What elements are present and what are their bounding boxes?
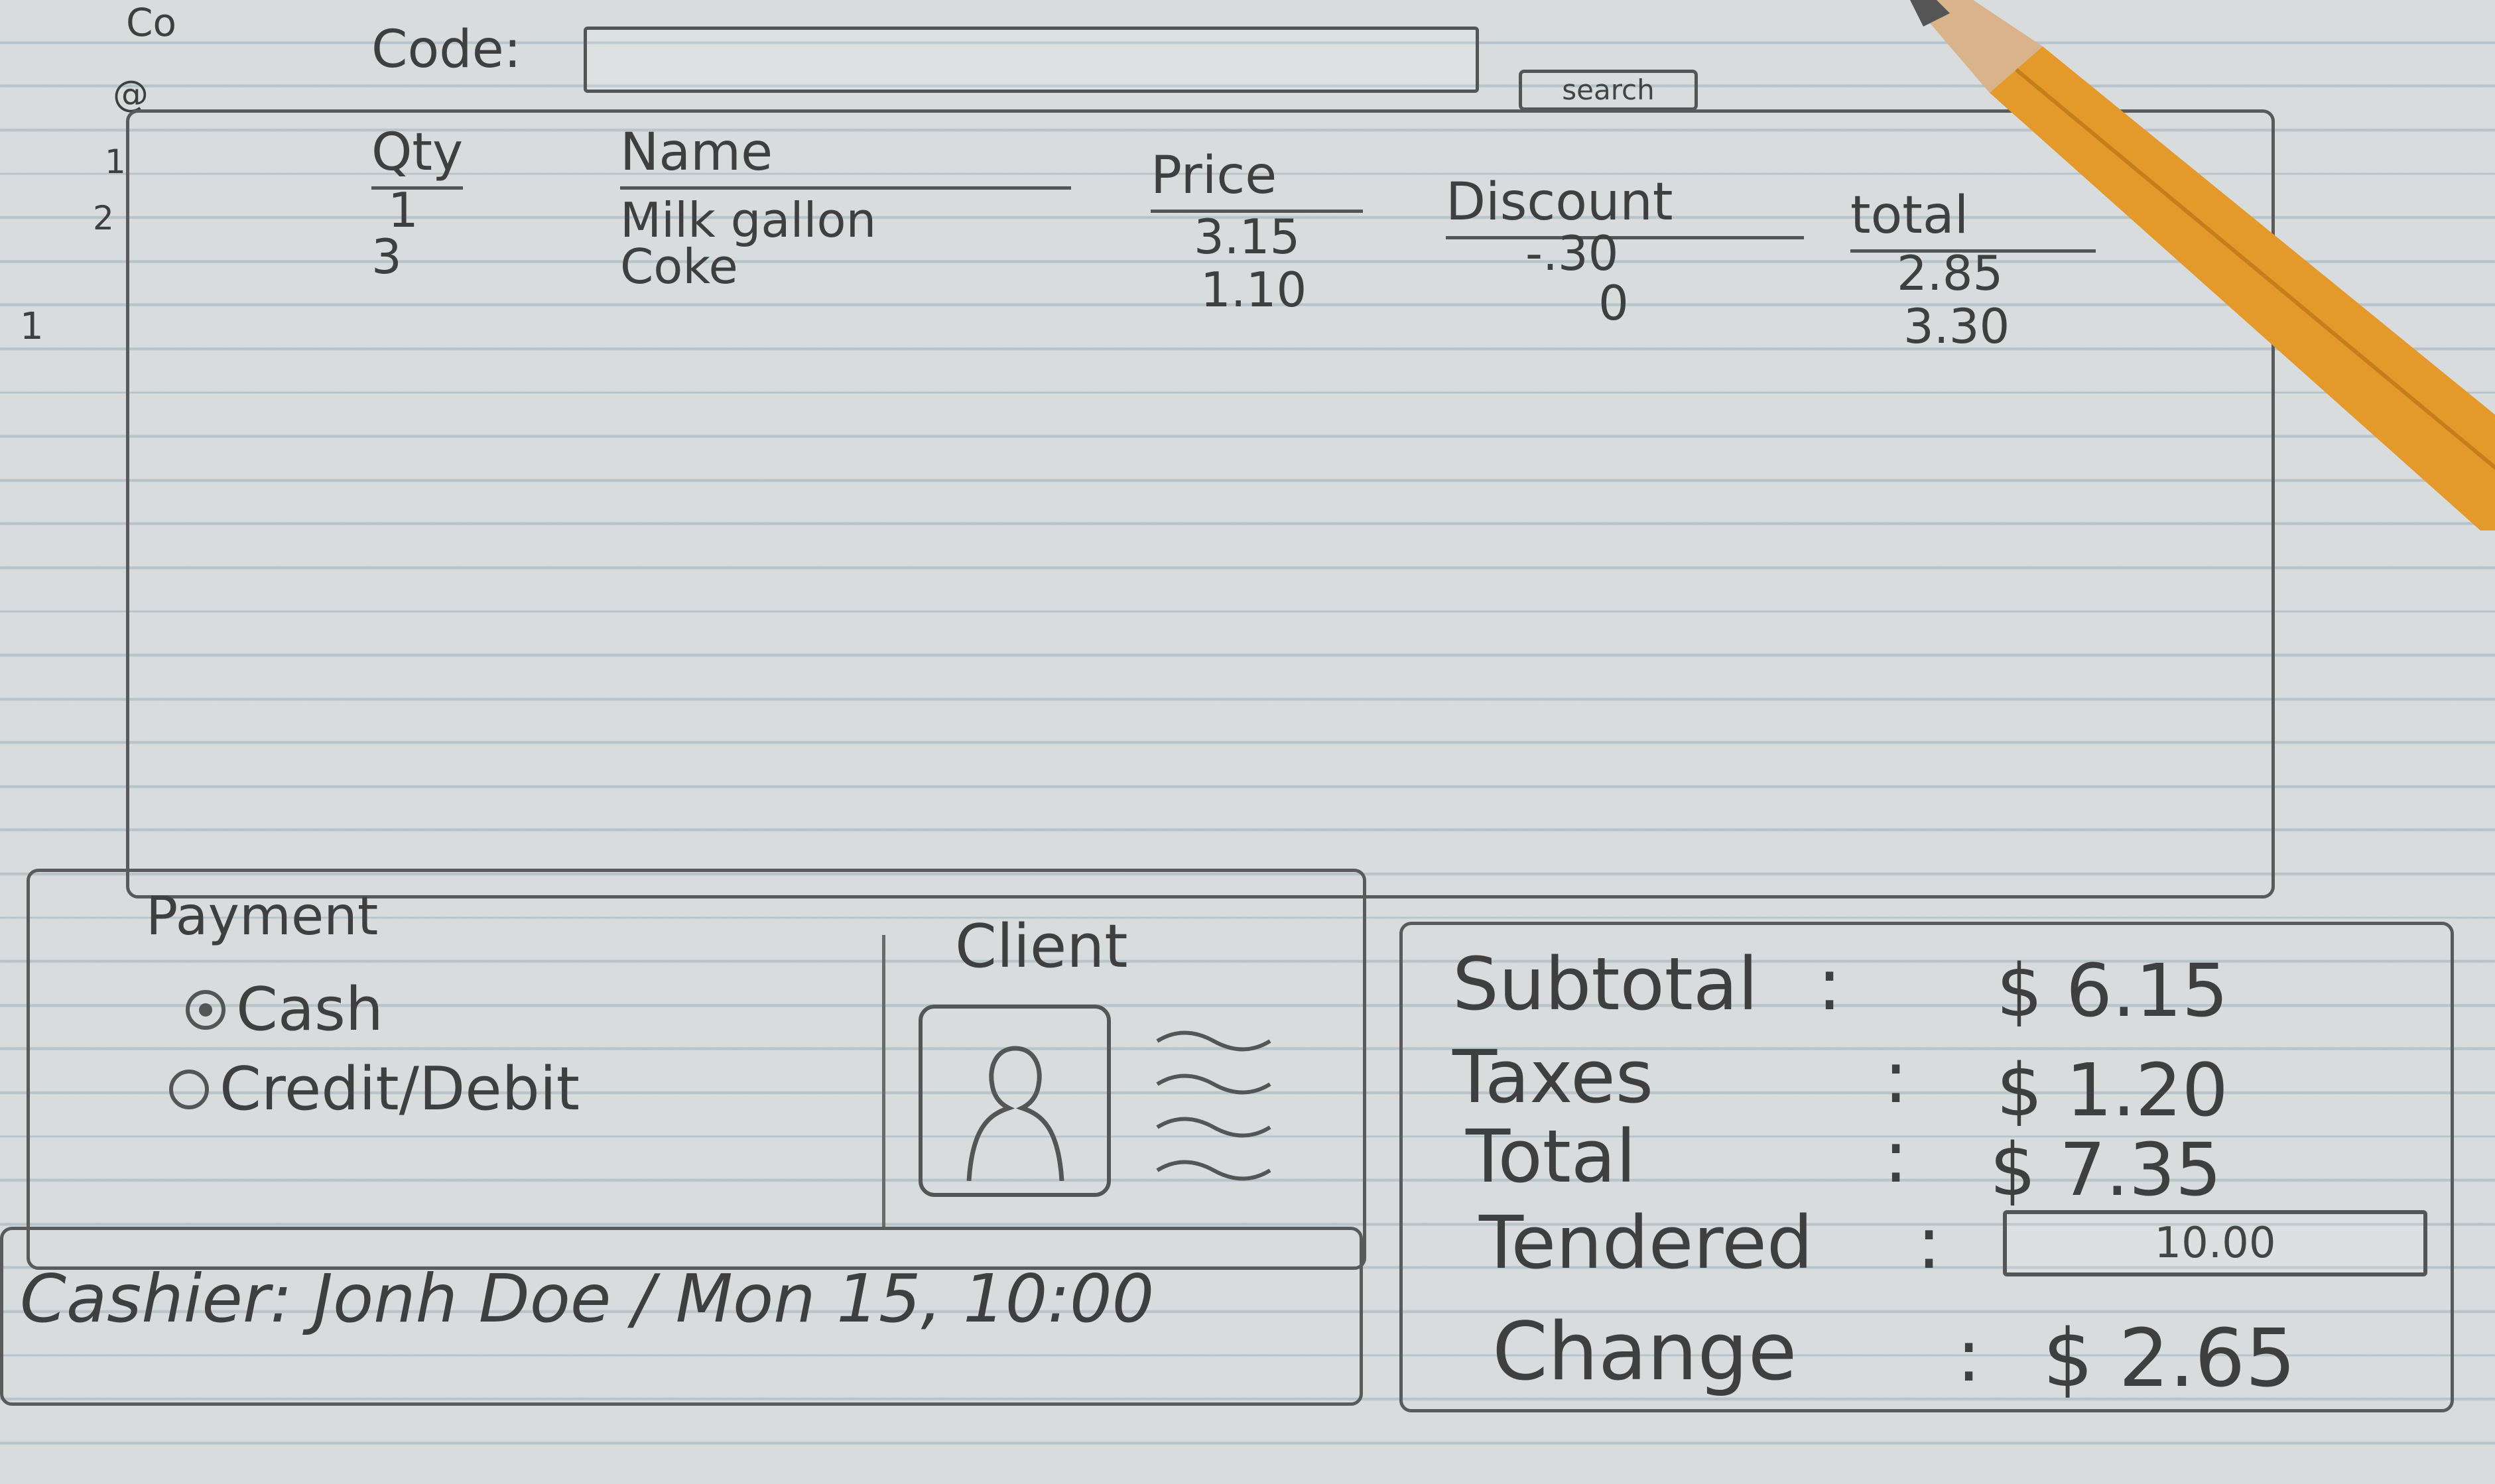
row-qty: 3 — [371, 229, 402, 284]
payment-title: Payment — [146, 885, 379, 947]
cashier-status: Cashier: Jonh Doe / Mon 15, 10:00 — [20, 1260, 1155, 1337]
client-avatar[interactable] — [919, 1005, 1111, 1197]
payment-option-credit-debit[interactable]: Credit/Debit — [169, 1054, 580, 1124]
divider — [882, 935, 885, 1227]
separator: : — [1817, 942, 1842, 1026]
subtotal-value: $ 6.15 — [1996, 948, 2228, 1033]
tendered-input[interactable] — [2003, 1210, 2427, 1276]
person-icon — [966, 1046, 1064, 1181]
margin-mark: 1 — [20, 305, 44, 348]
code-input[interactable] — [584, 27, 1479, 93]
total-label: Total — [1466, 1114, 1636, 1199]
radio-unselected-icon[interactable] — [169, 1069, 209, 1109]
payment-option-label: Credit/Debit — [220, 1054, 580, 1124]
code-label: Code: — [371, 20, 521, 80]
row-price: 1.10 — [1200, 262, 1307, 318]
column-header-discount: Discount — [1446, 172, 1804, 239]
separator: : — [1917, 1200, 1942, 1285]
change-value: $ 2.65 — [2043, 1313, 2296, 1405]
total-value: $ 7.35 — [1990, 1127, 2222, 1212]
search-button[interactable]: search — [1519, 70, 1698, 111]
separator: : — [1884, 1034, 1909, 1119]
margin-mark: @ — [113, 73, 149, 115]
pencil-icon — [1910, 0, 2495, 530]
margin-mark: Co — [126, 0, 176, 45]
separator: : — [1956, 1313, 1982, 1398]
radio-selected-icon[interactable] — [186, 989, 225, 1030]
tendered-label: Tendered — [1479, 1200, 1813, 1285]
change-label: Change — [1492, 1306, 1797, 1398]
client-label: Client — [955, 912, 1128, 981]
row-discount: 0 — [1598, 275, 1629, 331]
payment-option-cash[interactable]: Cash — [186, 975, 383, 1044]
column-header-qty: Qty — [371, 123, 464, 190]
row-name: Coke — [620, 239, 738, 294]
client-details-lines-icon — [1156, 1030, 1271, 1181]
taxes-label: Taxes — [1452, 1034, 1654, 1119]
row-price: 3.15 — [1194, 209, 1301, 265]
column-header-price: Price — [1151, 146, 1363, 213]
separator: : — [1884, 1114, 1909, 1199]
subtotal-label: Subtotal — [1452, 942, 1758, 1026]
margin-mark: 1 — [105, 143, 126, 181]
margin-mark: 2 — [93, 199, 114, 237]
taxes-value: $ 1.20 — [1996, 1048, 2228, 1133]
column-header-name: Name — [620, 123, 1071, 190]
row-discount: -.30 — [1525, 225, 1619, 281]
payment-option-label: Cash — [236, 975, 383, 1044]
